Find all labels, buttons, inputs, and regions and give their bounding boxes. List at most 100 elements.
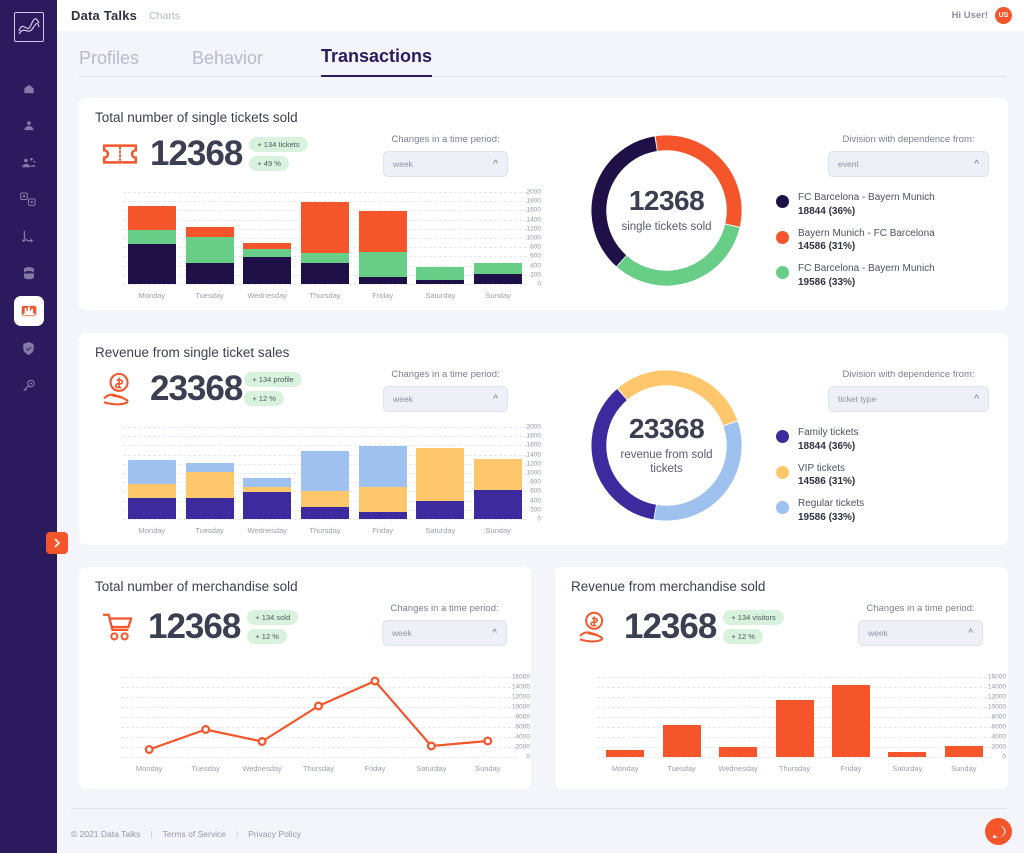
legend-item[interactable]: Bayern Munich - FC Barcelona 14586 (31%) xyxy=(776,228,1001,254)
bar-segment[interactable] xyxy=(185,237,234,263)
bar-segment[interactable] xyxy=(127,483,176,499)
bar-segment[interactable] xyxy=(416,266,465,280)
period-dropdown[interactable]: week ^ xyxy=(858,620,983,646)
bar-segment[interactable] xyxy=(127,230,176,245)
legend-item[interactable]: Regular tickets 19586 (33%) xyxy=(776,498,1001,524)
bar-segment[interactable] xyxy=(243,477,292,487)
bar-segment[interactable] xyxy=(243,492,292,519)
sidebar-item-access[interactable] xyxy=(0,367,57,404)
sidebar-item-journeys[interactable] xyxy=(0,181,57,218)
bar-segment[interactable] xyxy=(127,206,176,231)
bar-segment[interactable] xyxy=(474,490,523,519)
bar[interactable] xyxy=(606,749,645,757)
bar-segment[interactable] xyxy=(185,497,234,519)
legend-item[interactable]: VIP tickets 14586 (31%) xyxy=(776,463,1001,489)
line-point[interactable] xyxy=(144,744,154,754)
app-logo[interactable] xyxy=(13,12,44,42)
line-point[interactable] xyxy=(483,736,493,746)
sidebar-item-audiences[interactable] xyxy=(0,144,57,181)
bar-segment[interactable] xyxy=(358,210,407,252)
bar-segment[interactable] xyxy=(185,262,234,284)
bar-segment[interactable] xyxy=(358,511,407,519)
bar-segment[interactable] xyxy=(416,500,465,519)
bar-segment[interactable] xyxy=(358,276,407,284)
division-dropdown[interactable]: event ^ xyxy=(828,151,989,177)
kpi-value: 12368 xyxy=(624,607,717,646)
division-value: event xyxy=(838,159,859,169)
bar[interactable] xyxy=(775,699,814,757)
bar-segment[interactable] xyxy=(358,445,407,488)
legend-label: Family tickets xyxy=(798,427,859,438)
card-title: Total number of merchandise sold xyxy=(95,579,298,594)
bar-segment[interactable] xyxy=(243,257,292,284)
user-area[interactable]: Hi User! US xyxy=(952,7,1012,24)
bar-segment[interactable] xyxy=(358,487,407,512)
donut-center-label: revenue from sold tickets xyxy=(620,448,713,475)
line-point[interactable] xyxy=(370,676,380,686)
line-point[interactable] xyxy=(201,724,211,734)
legend-item[interactable]: FC Barcelona - Bayern Munich 19586 (33%) xyxy=(776,263,1001,289)
bar-segment[interactable] xyxy=(474,262,523,274)
bar[interactable] xyxy=(662,724,701,757)
tab-profiles[interactable]: Profiles xyxy=(79,48,139,77)
footer-privacy-link[interactable]: Privacy Policy xyxy=(248,829,301,839)
bar[interactable] xyxy=(944,746,983,757)
card-ticket-revenue: Revenue from single ticket sales 23368 +… xyxy=(79,333,1008,545)
sidebar-item-profiles[interactable] xyxy=(0,107,57,144)
bar-segment[interactable] xyxy=(416,279,465,284)
division-dropdown[interactable]: ticket type ^ xyxy=(828,386,989,412)
bar[interactable] xyxy=(719,746,758,757)
line-point[interactable] xyxy=(314,701,324,711)
kpi-block: 12368 + 134 tickets + 49 % xyxy=(101,134,308,174)
footer: © 2021 Data Talks | Terms of Service | P… xyxy=(57,808,1024,853)
bar-segment[interactable] xyxy=(301,202,349,254)
bar-segment[interactable] xyxy=(301,506,349,519)
legend-item[interactable]: Family tickets 18844 (36%) xyxy=(776,427,1001,453)
legend-color-swatch xyxy=(776,195,789,208)
kpi-badges: + 134 visitors + 12 % xyxy=(723,610,784,644)
sidebar-item-flows[interactable] xyxy=(0,218,57,255)
x-axis-tick: Friday xyxy=(840,764,862,773)
line-series xyxy=(144,676,493,754)
bar-segment[interactable] xyxy=(243,249,292,258)
bar-segment[interactable] xyxy=(358,251,407,277)
bar-segment[interactable] xyxy=(301,451,349,492)
chat-button[interactable] xyxy=(985,818,1012,845)
bar[interactable] xyxy=(888,751,927,757)
bar-segment[interactable] xyxy=(185,472,234,498)
line-point[interactable] xyxy=(426,741,436,751)
bar-segment[interactable] xyxy=(185,227,234,238)
tab-behavior[interactable]: Behavior xyxy=(192,48,263,77)
sidebar-expand-button[interactable] xyxy=(46,532,68,554)
footer-terms-link[interactable]: Terms of Service xyxy=(163,829,226,839)
bar-segment[interactable] xyxy=(243,486,292,493)
bar-segment[interactable] xyxy=(474,459,523,491)
kpi-badges: + 134 tickets + 49 % xyxy=(249,137,308,171)
bar-segment[interactable] xyxy=(127,459,176,484)
bar-segment[interactable] xyxy=(301,491,349,507)
period-dropdown[interactable]: week ^ xyxy=(382,620,507,646)
bar-segment[interactable] xyxy=(243,242,292,250)
chat-bubble-icon xyxy=(992,825,1006,838)
avatar[interactable]: US xyxy=(995,7,1012,24)
bar-segment[interactable] xyxy=(301,263,349,284)
sidebar-item-charts[interactable] xyxy=(13,296,44,326)
bar-segment[interactable] xyxy=(416,448,465,501)
line-point[interactable] xyxy=(257,736,267,746)
bar-segment[interactable] xyxy=(301,253,349,264)
legend-item[interactable]: FC Barcelona - Bayern Munich 18844 (36%) xyxy=(776,192,1001,218)
sidebar-item-consent[interactable] xyxy=(0,330,57,367)
bar-segment[interactable] xyxy=(185,462,234,473)
sidebar-item-home[interactable] xyxy=(0,70,57,107)
bar-segment[interactable] xyxy=(127,498,176,519)
bar-segment[interactable] xyxy=(474,273,523,284)
tab-transactions[interactable]: Transactions xyxy=(321,46,433,77)
period-dropdown[interactable]: week ^ xyxy=(383,151,508,177)
period-selector-group: Changes in a time period: week ^ xyxy=(383,134,508,177)
bar[interactable] xyxy=(831,684,870,757)
sidebar-item-data[interactable] xyxy=(0,255,57,292)
period-dropdown[interactable]: week ^ xyxy=(383,386,508,412)
bar-segment[interactable] xyxy=(127,244,176,284)
wave-logo-icon xyxy=(17,18,40,35)
period-label: Changes in a time period: xyxy=(391,369,500,380)
